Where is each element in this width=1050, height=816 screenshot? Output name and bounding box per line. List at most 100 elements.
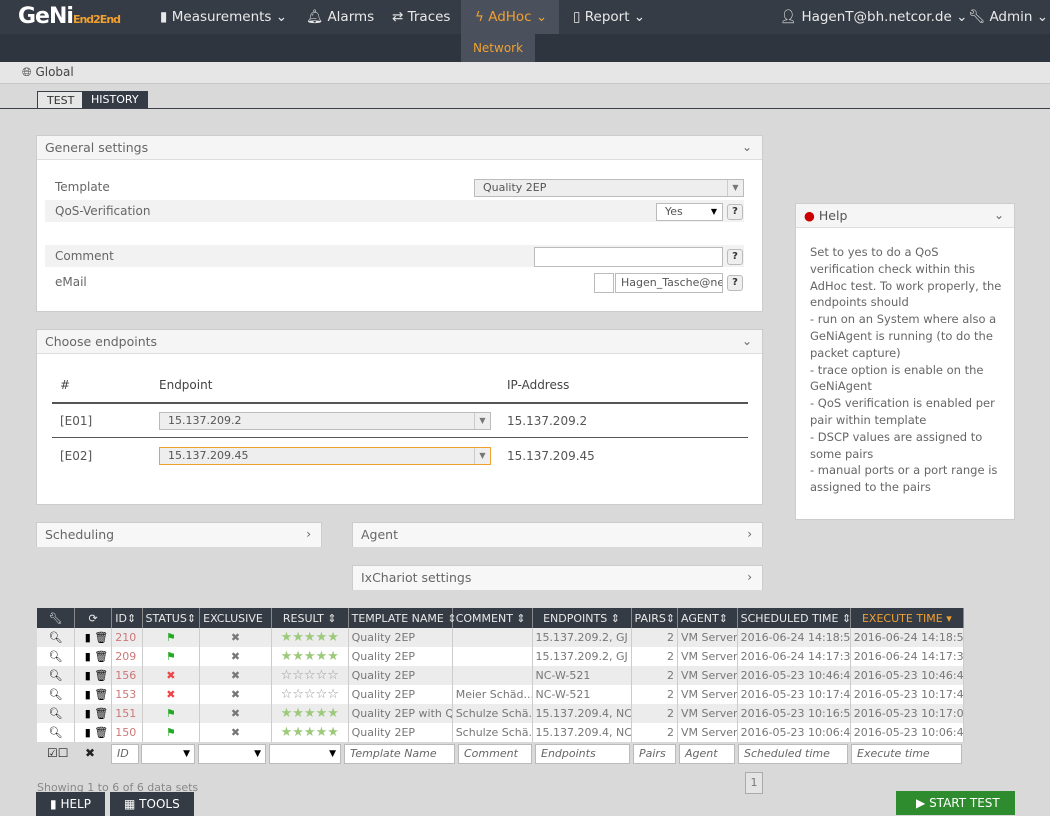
x-icon: ✖	[230, 726, 241, 739]
filter-input[interactable]: Pairs	[633, 744, 676, 764]
filter-input[interactable]: ▼	[269, 744, 341, 764]
cell-endpoints: 15.137.209.2, GJ ...	[532, 628, 632, 647]
x-icon: ✖	[230, 650, 241, 663]
cell-template: Quality 2EP with QoS	[348, 704, 453, 723]
star-icon: ☆	[315, 687, 328, 702]
file-icon[interactable]: ▮	[85, 688, 91, 701]
ixchariot-panel[interactable]: IxChariot settings ›	[352, 565, 763, 590]
help-button[interactable]: ▮ HELP	[36, 792, 105, 816]
filter-input[interactable]: Agent	[679, 744, 735, 764]
template-select[interactable]: Quality 2EP ▼	[474, 179, 744, 197]
col-agent[interactable]: AGENT⇕	[677, 608, 738, 628]
email-checkbox[interactable]	[594, 273, 614, 293]
refresh-icon[interactable]: ⟳	[74, 608, 113, 628]
page-1-button[interactable]: 1	[745, 772, 763, 794]
trash-icon[interactable]: 🗑︎	[94, 669, 108, 682]
trash-icon[interactable]: 🗑︎	[94, 631, 108, 644]
star-icon: ☆	[303, 668, 316, 683]
filter-input[interactable]: Comment	[458, 744, 532, 764]
tools-button[interactable]: ▦ TOOLS	[110, 792, 194, 816]
col-scheduled[interactable]: SCHEDULED TIME ⇕	[737, 608, 851, 628]
file-icon[interactable]: ▮	[85, 631, 91, 644]
endpoint-select[interactable]: 15.137.209.2 ▼	[159, 412, 491, 430]
cell-scheduled: 2016-05-23 10:16:59	[737, 704, 851, 723]
comment-input[interactable]	[534, 247, 723, 267]
file-icon[interactable]: ▮	[85, 726, 91, 739]
general-settings-header[interactable]: General settings ⌄	[37, 136, 762, 160]
tab-test[interactable]: TEST	[37, 91, 85, 109]
filter-input[interactable]: Endpoints	[535, 744, 630, 764]
file-icon[interactable]: ▮	[85, 669, 91, 682]
col-status[interactable]: STATUS⇕	[142, 608, 201, 628]
col-endpoints[interactable]: ENDPOINTS ⇕	[532, 608, 632, 628]
filter-input[interactable]: ID	[111, 744, 139, 764]
nav-report[interactable]: ▯ Report ⌄	[573, 0, 645, 34]
logo[interactable]: GeNiEnd2End	[18, 4, 121, 29]
qos-select[interactable]: Yes ▼	[656, 203, 723, 221]
help-icon[interactable]: ?	[727, 275, 743, 291]
table-row[interactable]: 🔍︎ ▮ 🗑︎ 156 ✖ ✖ ☆☆☆☆☆ Quality 2EP NC-W-5…	[37, 666, 965, 685]
scheduling-panel[interactable]: Scheduling ›	[36, 522, 322, 547]
endpoint-select[interactable]: 15.137.209.45 ▼	[159, 447, 491, 465]
wrench-icon[interactable]: 🔧︎	[37, 608, 75, 628]
agent-panel[interactable]: Agent ›	[352, 522, 763, 547]
select-all-icon[interactable]: ☑☐	[47, 746, 69, 760]
nav-adhoc[interactable]: ϟ AdHoc ⌄	[461, 0, 559, 34]
endpoints-header[interactable]: Choose endpoints ⌄	[37, 330, 762, 354]
nav-alarms[interactable]: 🔔︎ Alarms	[306, 0, 374, 34]
col-id[interactable]: ID⇕	[111, 608, 143, 628]
chevron-down-icon[interactable]: ⌄	[742, 330, 752, 353]
email-input[interactable]: Hagen_Tasche@netcor	[615, 273, 723, 293]
view-icon[interactable]: 🔍︎	[37, 685, 75, 704]
view-icon[interactable]: 🔍︎	[37, 704, 75, 723]
col-execute[interactable]: EXECUTE TIME ▾	[850, 608, 965, 628]
filter-input[interactable]: ▼	[141, 744, 195, 764]
table-row[interactable]: 🔍︎ ▮ 🗑︎ 209 ⚑ ✖ ★★★★★ Quality 2EP 15.137…	[37, 647, 965, 666]
help-icon[interactable]: ?	[727, 249, 743, 265]
star-icon: ★	[292, 630, 304, 645]
star-icon: ☆	[315, 668, 328, 683]
clear-filter-icon[interactable]: ✖	[85, 746, 95, 760]
col-comment[interactable]: COMMENT ⇕	[452, 608, 533, 628]
chevron-down-icon[interactable]: ⌄	[994, 204, 1004, 227]
filter-input[interactable]: ▼	[198, 744, 266, 764]
col-pairs[interactable]: PAIRS⇕	[631, 608, 678, 628]
col-result[interactable]: RESULT ⇕	[271, 608, 349, 628]
start-test-button[interactable]: ▶ START TEST	[896, 791, 1015, 815]
star-icon: ★	[292, 706, 304, 721]
file-icon[interactable]: ▮	[85, 650, 91, 663]
admin-menu[interactable]: 🔧︎ Admin ⌄	[968, 0, 1048, 34]
filter-input[interactable]: Execute time	[851, 744, 962, 764]
trash-icon[interactable]: 🗑︎	[94, 688, 108, 701]
col-template[interactable]: TEMPLATE NAME ⇕	[348, 608, 457, 628]
help-popover: ● Help ⌄ Set to yes to do a QoS verificat…	[795, 203, 1015, 520]
table-row[interactable]: 🔍︎ ▮ 🗑︎ 151 ⚑ ✖ ★★★★★ Quality 2EP with Q…	[37, 704, 965, 723]
view-icon[interactable]: 🔍︎	[37, 628, 75, 647]
subnav-network[interactable]: Network	[461, 34, 535, 62]
flag-icon: ⚑	[165, 650, 176, 663]
table-row[interactable]: 🔍︎ ▮ 🗑︎ 153 ✖ ✖ ☆☆☆☆☆ Quality 2EP Meier …	[37, 685, 965, 704]
cell-scheduled: 2016-05-23 10:06:42	[737, 723, 851, 742]
view-icon[interactable]: 🔍︎	[37, 723, 75, 742]
file-icon[interactable]: ▮	[85, 707, 91, 720]
nav-measurements[interactable]: ▮ Measurements ⌄	[160, 0, 287, 34]
filter-input[interactable]: Template Name	[344, 744, 455, 764]
user-menu[interactable]: 👤︎ HagenT@bh.netcor.de ⌄	[780, 0, 967, 34]
nav-traces[interactable]: ⇄ Traces	[392, 0, 450, 34]
tab-history[interactable]: HISTORY	[82, 91, 148, 109]
col-exclusive[interactable]: EXCLUSIVE	[199, 608, 272, 628]
view-icon[interactable]: 🔍︎	[37, 666, 75, 685]
view-icon[interactable]: 🔍︎	[37, 647, 75, 666]
wrench-icon: 🔧︎	[968, 9, 986, 25]
filter-input[interactable]: Scheduled time	[738, 744, 848, 764]
trash-icon[interactable]: 🗑︎	[94, 726, 108, 739]
help-header[interactable]: ● Help ⌄	[796, 204, 1014, 228]
trash-icon[interactable]: 🗑︎	[94, 650, 108, 663]
trash-icon[interactable]: 🗑︎	[94, 707, 108, 720]
cell-id: 156	[111, 666, 143, 685]
table-row[interactable]: 🔍︎ ▮ 🗑︎ 150 ⚑ ✖ ★★★★★ Quality 2EP Schulz…	[37, 723, 965, 742]
dropdown-arrow-icon: ▼	[329, 749, 336, 759]
table-row[interactable]: 🔍︎ ▮ 🗑︎ 210 ⚑ ✖ ★★★★★ Quality 2EP 15.137…	[37, 628, 965, 647]
help-icon[interactable]: ?	[727, 204, 743, 220]
chevron-down-icon[interactable]: ⌄	[742, 136, 752, 159]
